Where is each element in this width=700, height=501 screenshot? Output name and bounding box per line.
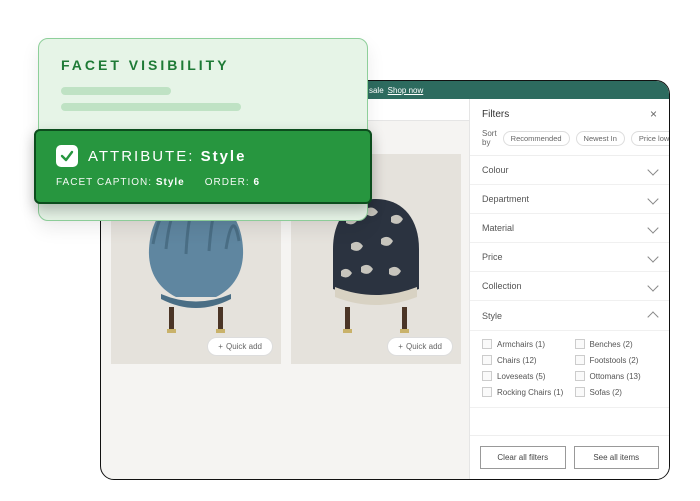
placeholder-bar <box>61 103 241 111</box>
style-option[interactable]: Rocking Chairs (1) <box>482 387 565 397</box>
order-label: ORDER: <box>205 177 250 188</box>
chevron-down-icon <box>647 164 658 175</box>
see-all-items-button[interactable]: See all items <box>574 446 660 469</box>
checkbox-icon <box>482 371 492 381</box>
style-options: Armchairs (1) Benches (2) Chairs (12) Fo… <box>470 331 669 408</box>
option-label: Ottomans (13) <box>590 372 641 381</box>
style-option[interactable]: Sofas (2) <box>575 387 658 397</box>
checkbox-icon <box>575 355 585 365</box>
chevron-up-icon <box>647 311 658 322</box>
style-option[interactable]: Armchairs (1) <box>482 339 565 349</box>
style-option[interactable]: Chairs (12) <box>482 355 565 365</box>
checkbox-icon <box>575 371 585 381</box>
sort-chip[interactable]: Recommended <box>503 131 570 146</box>
product-name <box>111 364 281 370</box>
placeholder-bar <box>61 87 171 95</box>
filters-drawer: Filters × Sort by Recommended Newest In … <box>469 99 669 479</box>
attribute-value: Style <box>201 148 247 165</box>
attribute-prefix: ATTRIBUTE: <box>88 148 194 165</box>
plus-icon: + <box>218 342 223 351</box>
quick-add-button[interactable]: + Quick add <box>387 337 453 356</box>
quick-add-label: Quick add <box>406 342 442 351</box>
option-label: Footstools (2) <box>590 356 639 365</box>
option-label: Benches (2) <box>590 340 633 349</box>
sort-chip[interactable]: Newest In <box>576 131 625 146</box>
sort-by-label: Sort by <box>482 129 497 147</box>
facet-row-style[interactable]: Style <box>470 301 669 331</box>
quick-add-label: Quick add <box>226 342 262 351</box>
style-option[interactable]: Ottomans (13) <box>575 371 658 381</box>
facet-label: Collection <box>482 281 522 291</box>
quick-add-button[interactable]: + Quick add <box>207 337 273 356</box>
chevron-down-icon <box>647 251 658 262</box>
option-label: Chairs (12) <box>497 356 537 365</box>
checkbox-icon <box>575 387 585 397</box>
facet-caption-label: FACET CAPTION: <box>56 177 152 188</box>
checkbox-icon <box>482 339 492 349</box>
filters-title: Filters <box>482 109 509 120</box>
facet-label: Material <box>482 223 514 233</box>
option-label: Sofas (2) <box>590 388 622 397</box>
facet-caption-value: Style <box>156 177 185 188</box>
facet-row-price[interactable]: Price <box>470 243 669 272</box>
checkbox-icon <box>482 355 492 365</box>
checked-checkbox-icon[interactable] <box>56 145 78 167</box>
attribute-line: ATTRIBUTE: Style <box>88 148 246 165</box>
selected-attribute-row[interactable]: ATTRIBUTE: Style FACET CAPTION: Style OR… <box>34 129 372 204</box>
placeholder-lines <box>61 87 345 111</box>
facet-row-department[interactable]: Department <box>470 185 669 214</box>
facet-row-material[interactable]: Material <box>470 214 669 243</box>
drawer-footer: Clear all filters See all items <box>470 435 669 479</box>
option-label: Armchairs (1) <box>497 340 545 349</box>
style-option[interactable]: Loveseats (5) <box>482 371 565 381</box>
chevron-down-icon <box>647 280 658 291</box>
option-label: Loveseats (5) <box>497 372 545 381</box>
option-label: Rocking Chairs (1) <box>497 388 563 397</box>
product-name <box>291 364 461 370</box>
clear-filters-button[interactable]: Clear all filters <box>480 446 566 469</box>
close-icon[interactable]: × <box>650 107 657 121</box>
checkbox-icon <box>575 339 585 349</box>
facet-visibility-card: FACET VISIBILITY ATTRIBUTE: Style FACET … <box>38 38 368 221</box>
facet-row-colour[interactable]: Colour <box>470 156 669 185</box>
facet-label: Price <box>482 252 503 262</box>
style-option[interactable]: Footstools (2) <box>575 355 658 365</box>
chevron-down-icon <box>647 193 658 204</box>
overlay-title: FACET VISIBILITY <box>61 57 345 73</box>
chevron-down-icon <box>647 222 658 233</box>
facet-label: Department <box>482 194 529 204</box>
style-option[interactable]: Benches (2) <box>575 339 658 349</box>
sort-by-row: Sort by Recommended Newest In Price low … <box>470 125 669 156</box>
facet-row-collection[interactable]: Collection <box>470 272 669 301</box>
promo-cta[interactable]: Shop now <box>388 86 424 95</box>
sort-chip[interactable]: Price low <box>631 131 669 146</box>
checkbox-icon <box>482 387 492 397</box>
order-value: 6 <box>253 177 260 188</box>
plus-icon: + <box>398 342 403 351</box>
facet-label: Style <box>482 311 502 321</box>
attribute-meta: FACET CAPTION: Style ORDER: 6 <box>56 177 350 188</box>
facet-label: Colour <box>482 165 509 175</box>
